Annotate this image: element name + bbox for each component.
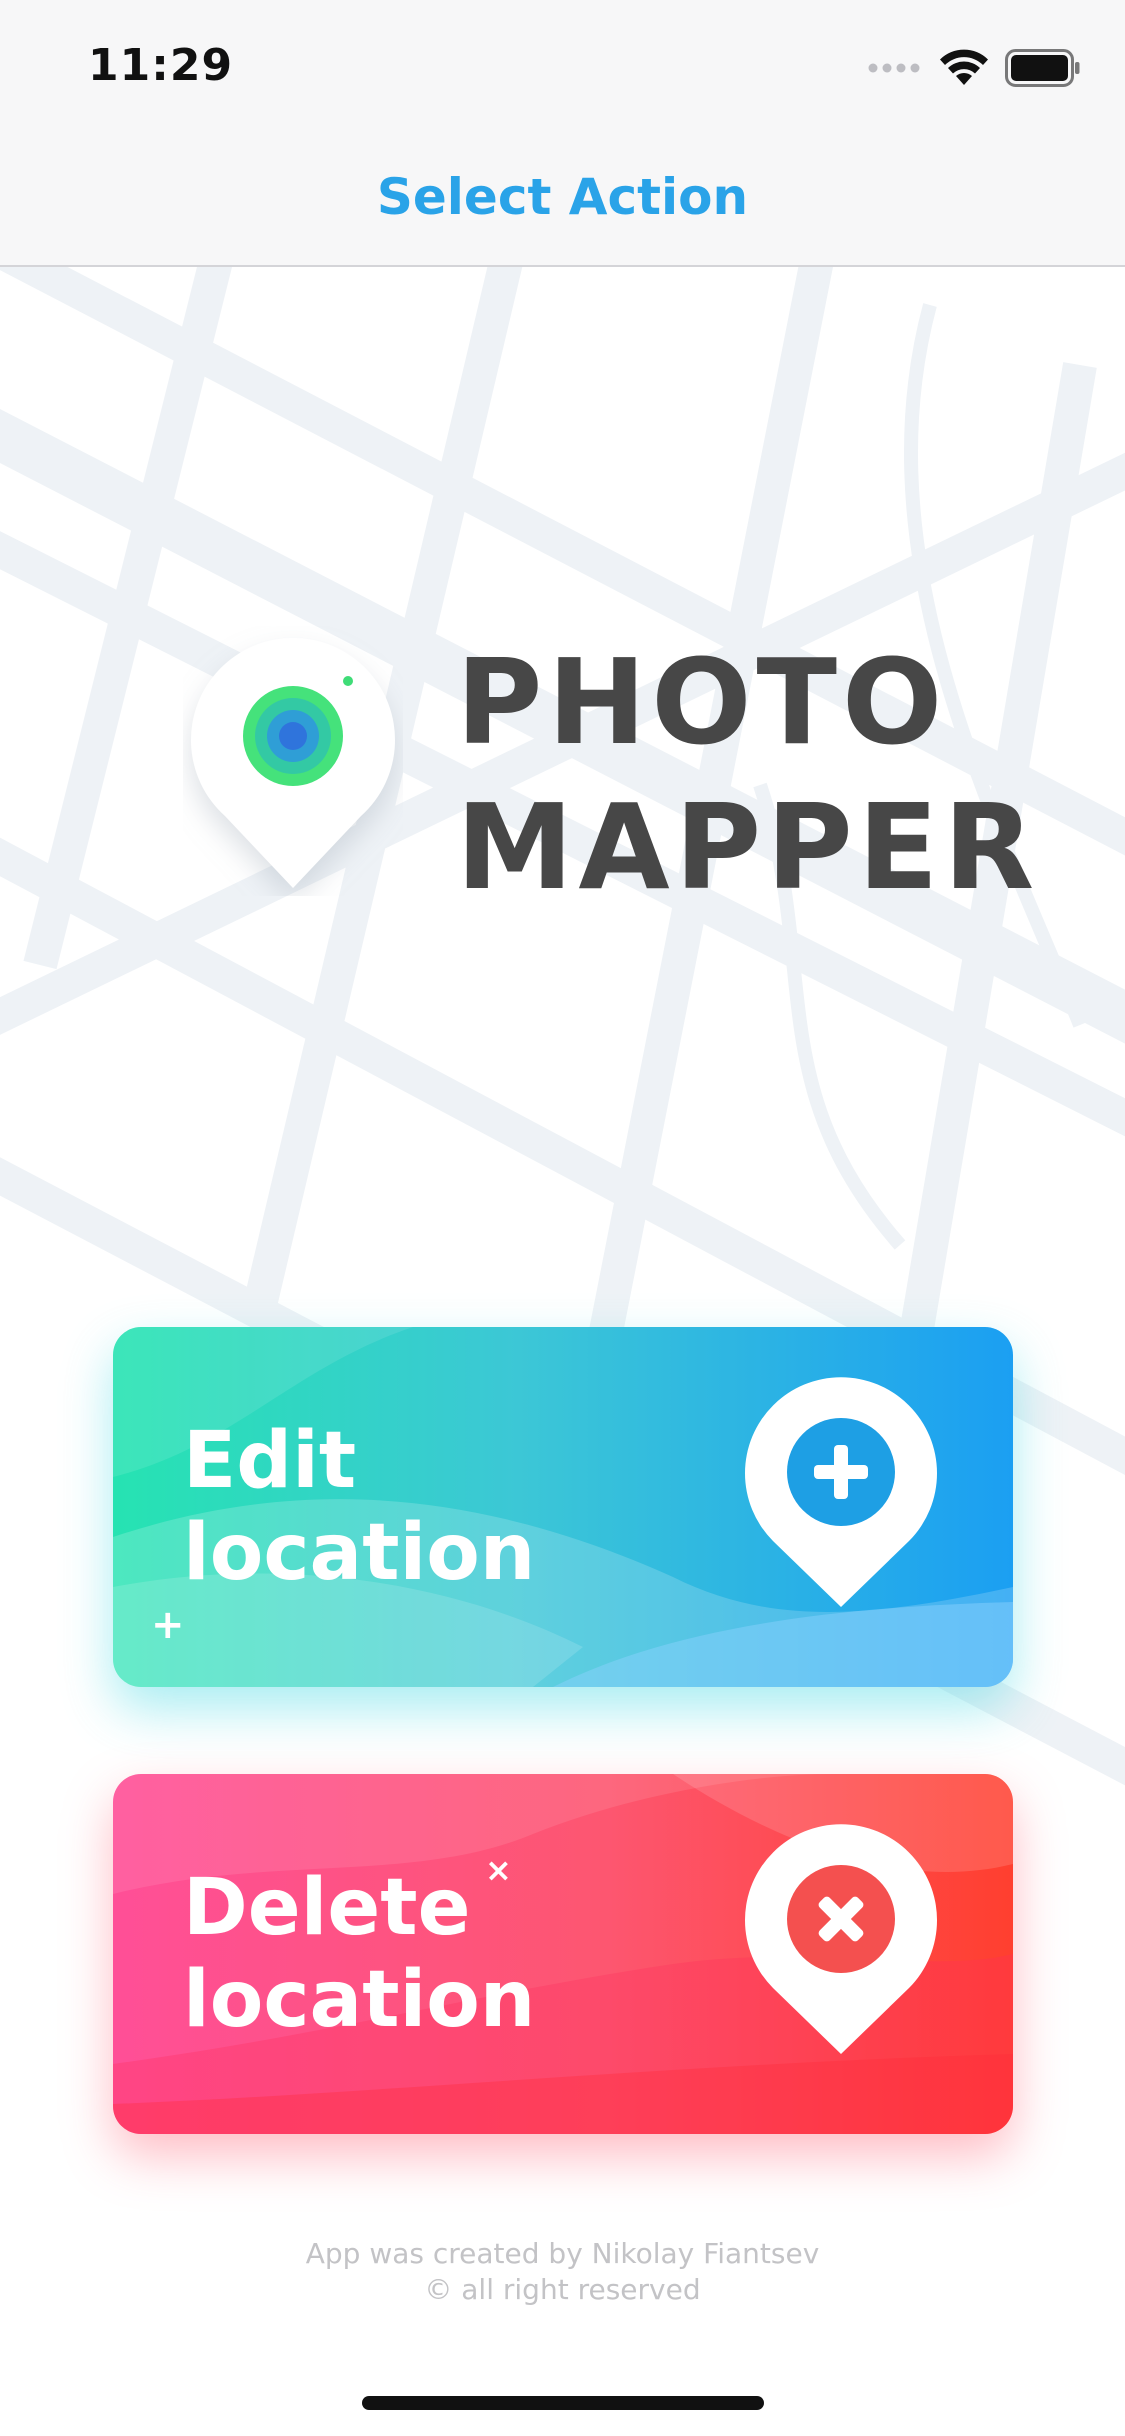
credits-rights: © all right reserved [424,2273,701,2306]
wifi-icon [940,49,988,85]
battery-icon [1005,49,1080,87]
status-indicators [867,48,1081,88]
home-indicator[interactable] [362,2396,764,2410]
credits-author: App was created by Nikolay Fiantsev [305,2237,820,2270]
app-credits: App was created by Nikolay Fiantsev © al… [0,2236,1125,2308]
delete-label-line1: Delete [183,1863,471,1953]
edit-label-line1: Edit [183,1416,357,1506]
delete-label-line2: location [183,1955,536,2045]
edit-location-button[interactable]: Edit location + [113,1327,1013,1687]
location-pin-plus-icon [745,1377,937,1607]
app-logo-pin-icon [191,637,395,888]
cellular-signal-icon [868,63,920,73]
app-logo-wordmark: PHOTO MAPPER [456,630,1039,920]
logo-line-mapper: MAPPER [456,778,1040,916]
delete-location-button[interactable]: Delete location × [113,1774,1013,2134]
sparkle-plus-icon: + [151,1602,185,1648]
edit-location-label: Edit location [183,1415,703,1599]
edit-label-line2: location [183,1508,536,1598]
nav-title: Select Action [376,168,749,226]
status-bar: 11:29 [0,0,1125,135]
sparkle-x-icon: × [485,1851,512,1889]
location-pin-close-icon [745,1824,937,2054]
logo-line-photo: PHOTO [456,633,948,771]
delete-location-label: Delete location [183,1862,703,2046]
status-time: 11:29 [88,40,234,91]
